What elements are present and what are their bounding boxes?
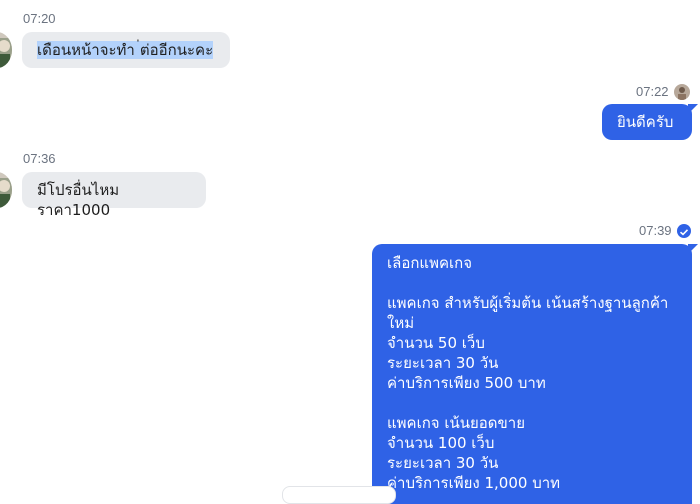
message-time: 07:22 [636,84,669,99]
outgoing-message-bubble[interactable]: ยินดีครับ [602,104,692,140]
reaction-pill[interactable] [282,486,396,504]
bubble-tail [688,244,698,254]
check-circle-icon [677,224,691,238]
message-text[interactable]: มีโปรอื่นไหมราคา1000 [37,181,119,219]
message-time: 07:39 [639,223,672,238]
sender-avatar[interactable] [0,32,12,68]
sender-avatar[interactable] [0,172,12,208]
incoming-message-bubble[interactable]: มีโปรอื่นไหมราคา1000 [22,172,206,219]
outgoing-message-bubble[interactable]: เลือกแพคเกจ แพคเกจ สำหรับผู้เริ่มต้น เน้… [372,244,692,504]
message-text[interactable]: ยินดีครับ [617,113,673,131]
message-text[interactable]: เดือนหน้าจะทำ ่ต่ออีกนะคะ [37,41,214,59]
incoming-message-bubble[interactable]: เดือนหน้าจะทำ ่ต่ออีกนะคะ [22,32,230,68]
message-time: 07:20 [23,11,56,26]
message-text[interactable]: เลือกแพคเกจ แพคเกจ สำหรับผู้เริ่มต้น เน้… [387,244,677,493]
bubble-tail [688,104,698,114]
user-avatar [674,84,690,100]
message-time: 07:36 [23,151,56,166]
